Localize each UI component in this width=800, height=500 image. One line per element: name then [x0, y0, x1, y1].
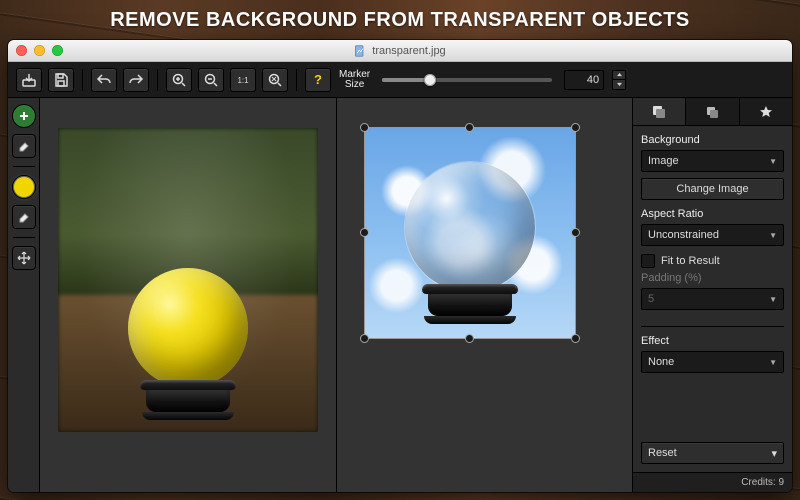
zoom-out-button[interactable]	[198, 68, 224, 92]
aspect-ratio-value: Unconstrained	[648, 229, 719, 241]
help-button[interactable]: ?	[305, 68, 331, 92]
marker-size-label: Marker Size	[339, 70, 370, 90]
padding-select: 5 ▼	[641, 288, 784, 310]
keep-marker-tool[interactable]	[12, 104, 36, 128]
svg-text:1:1: 1:1	[237, 76, 249, 85]
padding-label: Padding (%)	[641, 272, 784, 284]
desktop-backdrop: transparent.jpg 1:1 ? Marker Size 40	[0, 40, 800, 500]
document-filename: transparent.jpg	[372, 45, 445, 57]
canvas-area	[40, 98, 632, 492]
properties-panel: Background Image ▼ Change Image Aspect R…	[632, 98, 792, 492]
transparency-marker-tool[interactable]	[12, 175, 36, 199]
resize-handle-tl[interactable]	[360, 123, 369, 132]
redo-button[interactable]	[123, 68, 149, 92]
panel-tabs	[633, 98, 792, 126]
stepper-up-icon[interactable]	[612, 70, 626, 80]
tool-palette	[8, 98, 40, 492]
reset-button[interactable]: Reset ▾	[641, 442, 784, 464]
resize-handle-ml[interactable]	[360, 228, 369, 237]
resize-handle-br[interactable]	[571, 334, 580, 343]
marker-size-slider[interactable]	[382, 78, 552, 82]
padding-value: 5	[648, 293, 654, 305]
chevron-down-icon: ▼	[769, 157, 777, 166]
workspace: Background Image ▼ Change Image Aspect R…	[8, 98, 792, 492]
svg-text:?: ?	[314, 72, 322, 87]
zoom-fit-button[interactable]	[262, 68, 288, 92]
tab-favorites[interactable]	[740, 98, 792, 125]
fit-to-result-label: Fit to Result	[661, 255, 720, 267]
chevron-down-icon: ▾	[771, 447, 777, 460]
reset-label: Reset	[648, 447, 677, 459]
marker-size-stepper[interactable]	[612, 70, 626, 90]
result-pane[interactable]	[337, 98, 633, 492]
resize-handle-tr[interactable]	[571, 123, 580, 132]
background-select-value: Image	[648, 155, 679, 167]
transparency-mask-overlay	[128, 268, 248, 388]
zoom-window-button[interactable]	[52, 45, 63, 56]
tab-layers[interactable]	[686, 98, 739, 125]
resize-handle-bl[interactable]	[360, 334, 369, 343]
credits-readout: Credits: 9	[633, 472, 792, 492]
marker-size-value[interactable]: 40	[564, 70, 604, 90]
app-window: transparent.jpg 1:1 ? Marker Size 40	[8, 40, 792, 492]
main-toolbar: 1:1 ? Marker Size 40	[8, 62, 792, 98]
aspect-ratio-label: Aspect Ratio	[641, 208, 784, 220]
change-image-button[interactable]: Change Image	[641, 178, 784, 200]
background-select[interactable]: Image ▼	[641, 150, 784, 172]
window-controls	[16, 45, 63, 56]
result-bounding-box[interactable]	[365, 128, 575, 338]
save-button[interactable]	[48, 68, 74, 92]
fit-to-result-checkbox[interactable]	[641, 254, 655, 268]
resize-handle-tm[interactable]	[465, 123, 474, 132]
minimize-window-button[interactable]	[34, 45, 45, 56]
effect-select[interactable]: None ▼	[641, 351, 784, 373]
window-titlebar[interactable]: transparent.jpg	[8, 40, 792, 62]
source-image	[58, 128, 318, 432]
stepper-down-icon[interactable]	[612, 79, 626, 90]
move-tool[interactable]	[12, 246, 36, 270]
source-pane[interactable]	[40, 98, 337, 492]
eraser-keep-tool[interactable]	[12, 134, 36, 158]
effect-value: None	[648, 356, 674, 368]
import-button[interactable]	[16, 68, 42, 92]
chevron-down-icon: ▼	[769, 231, 777, 240]
zoom-in-button[interactable]	[166, 68, 192, 92]
promo-heading: REMOVE BACKGROUND FROM TRANSPARENT OBJEC…	[0, 0, 800, 40]
eraser-transparency-tool[interactable]	[12, 205, 36, 229]
document-icon	[354, 45, 366, 57]
zoom-actual-button[interactable]: 1:1	[230, 68, 256, 92]
close-window-button[interactable]	[16, 45, 27, 56]
undo-button[interactable]	[91, 68, 117, 92]
aspect-ratio-select[interactable]: Unconstrained ▼	[641, 224, 784, 246]
chevron-down-icon: ▼	[769, 295, 777, 304]
result-subject	[395, 162, 545, 324]
resize-handle-mr[interactable]	[571, 228, 580, 237]
tab-background[interactable]	[633, 98, 686, 125]
globe-base	[140, 380, 236, 420]
effect-label: Effect	[641, 335, 784, 347]
resize-handle-bm[interactable]	[465, 334, 474, 343]
chevron-down-icon: ▼	[769, 358, 777, 367]
background-label: Background	[641, 134, 784, 146]
